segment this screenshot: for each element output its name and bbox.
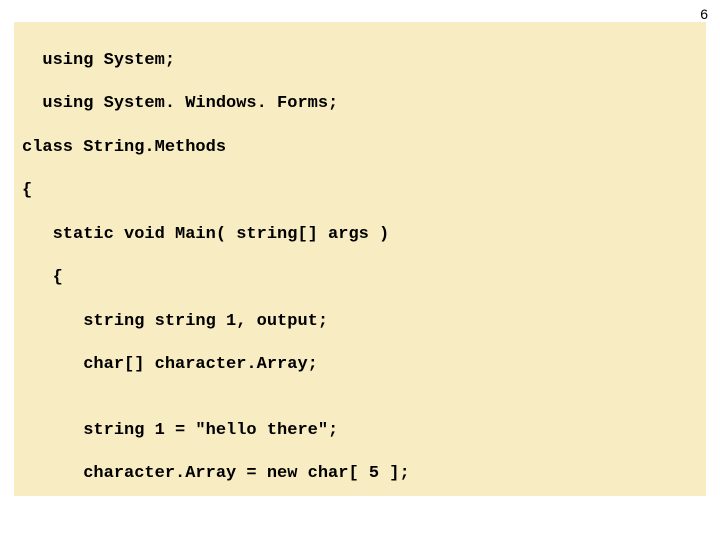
code-line: using System. Windows. Forms;: [22, 93, 698, 115]
code-line: static void Main( string[] args ): [22, 224, 698, 246]
code-line: {: [22, 180, 698, 202]
code-block: using System; using System. Windows. For…: [14, 22, 706, 496]
code-line: string 1 = "hello there";: [22, 420, 698, 442]
code-line: class String.Methods: [22, 137, 698, 159]
slide-number: 6: [700, 6, 708, 22]
code-line: {: [22, 267, 698, 289]
code-line: using System;: [22, 50, 698, 72]
code-line: character.Array = new char[ 5 ];: [22, 463, 698, 485]
code-line: char[] character.Array;: [22, 354, 698, 376]
code-line: string string 1, output;: [22, 311, 698, 333]
